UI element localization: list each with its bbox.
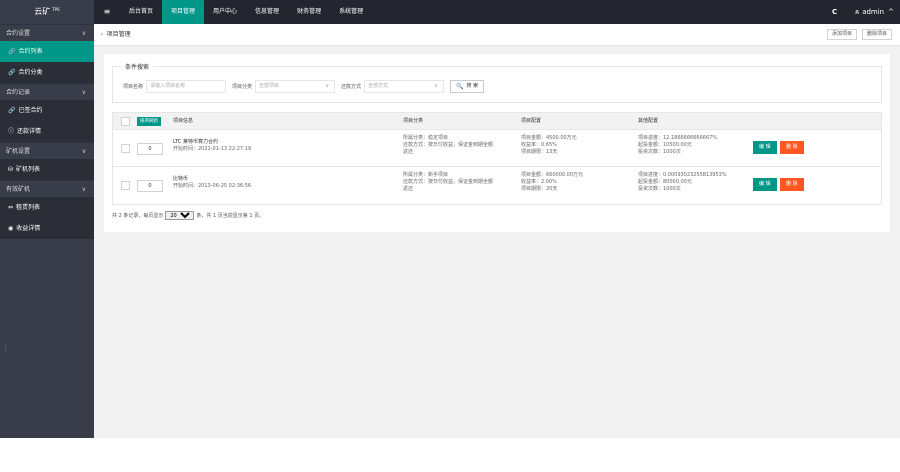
content-card: 条件搜索 项目名称 请输入项目名称 项目分类 全部项目 ∨ 还款方式 全部方式 ∨ … (104, 54, 890, 232)
project-other: 项目进度：0.00093023255813953% 起投金额：80000.00元投… (638, 172, 727, 192)
tab-buttons: 添加项目 删除项目 (826, 29, 892, 40)
sidebar-group-contract-settings[interactable]: 合约设置 ∨ (0, 24, 94, 41)
repay-method-select[interactable]: 全部方式 ∨ (364, 80, 445, 93)
project-category: 所属分类：新手项目 还款方式：按日付收益，保证金到期全额 返还 (403, 172, 494, 192)
app: 云矿 TP6 ≡ 后台首页 项目管理 用户中心 信息管理 财务管理 系统管理 C … (0, 0, 900, 472)
exchange-icon: ⇔ (8, 204, 14, 211)
project-category: 所属分类：稳定项目 还款方式：按日付收益，保证金到期全额 返还 (403, 135, 494, 155)
hamburger-icon[interactable]: ≡ (94, 0, 120, 24)
delete-project-button[interactable]: 删除项目 (861, 29, 892, 40)
database-icon: ⛁ (8, 166, 14, 173)
refresh-icon[interactable]: C (832, 8, 837, 16)
project-category-select[interactable]: 全部项目 ∨ (255, 80, 336, 93)
sidebar-item-signed-contracts[interactable]: 🔗 已签合约 (0, 100, 94, 121)
select-all-checkbox[interactable] (121, 117, 130, 126)
row-checkbox[interactable] (121, 144, 130, 153)
tab-bar: » 项目管理 添加项目 删除项目 (94, 24, 900, 46)
sidebar-group-contract-records[interactable]: 合约记录 ∨ (0, 83, 94, 100)
pager-prefix: 共 2 条记录，每页显示 (112, 213, 164, 219)
delete-button[interactable]: 删 除 (780, 178, 804, 191)
sort-input[interactable]: 0 (137, 143, 163, 155)
add-project-button[interactable]: 添加项目 (826, 29, 857, 40)
top-nav: ≡ 后台首页 项目管理 用户中心 信息管理 财务管理 系统管理 (94, 0, 372, 24)
chevron-down-icon: ∨ (81, 148, 86, 155)
project-config: 项目金额：660000.00万元 收益率：2.00% 项目期限：20天 (521, 172, 584, 192)
nav-system[interactable]: 系统管理 (330, 0, 372, 24)
link-icon: 🔗 (8, 48, 16, 55)
user-name: admin (862, 8, 885, 16)
sidebar-group-miner-settings[interactable]: 矿机设置 ∨ (0, 142, 94, 159)
sort-input[interactable]: 0 (137, 180, 163, 192)
chevron-down-icon: ∨ (81, 186, 86, 193)
user-menu[interactable]: ጸ admin ^ (855, 8, 894, 17)
header-config: 项目配置 (521, 118, 542, 124)
project-name-input[interactable]: 请输入项目名称 (146, 80, 227, 93)
row-checkbox[interactable] (121, 181, 130, 190)
link-icon: 🔗 (8, 107, 16, 114)
header-other: 其他配置 (638, 118, 659, 124)
edit-button[interactable]: 编 辑 (753, 178, 777, 191)
user-icon: ጸ (855, 7, 860, 16)
delete-button[interactable]: 删 除 (780, 141, 804, 154)
double-chevron-icon: » (100, 31, 104, 38)
table-header: 排序刷新 项目信息 项目分类 项目配置 其他配置 (113, 113, 881, 130)
project-info: 比特币 开始时间：2013-06-25 02:36:56 (173, 176, 252, 189)
header-category: 项目分类 (403, 118, 424, 124)
drag-handle-icon[interactable]: ⋮ ⋮ (3, 343, 8, 352)
sidebar-item-contract-list[interactable]: 🔗 合约列表 (0, 41, 94, 62)
table-row: 0 比特币 开始时间：2013-06-25 02:36:56 所属分类：新手项目还… (113, 167, 881, 204)
project-other: 项目进度：12.1866666666667% 起投金额：10500.00元 投资次数… (638, 135, 718, 155)
sidebar-item-miner-list[interactable]: ⛁ 矿机列表 (0, 159, 94, 180)
bottom-bar (0, 438, 900, 472)
nav-projects[interactable]: 项目管理 (162, 0, 205, 24)
sort-refresh-button[interactable]: 排序刷新 (137, 117, 161, 126)
link-icon: 🔗 (8, 69, 16, 76)
chevron-down-icon: ∨ (434, 83, 439, 89)
header-info: 项目信息 (173, 118, 194, 124)
sidebar-item-contract-category[interactable]: 🔗 合约分类 (0, 62, 94, 83)
nav-info[interactable]: 信息管理 (246, 0, 288, 24)
target-icon: ◉ (8, 225, 14, 232)
sidebar: 合约设置 ∨ 🔗 合约列表 🔗 合约分类 合约记录 ∨ 🔗 已签合约 ⓘ 还款详情 矿机设置… (0, 24, 94, 438)
pagination: 共 2 条记录，每页显示 20 条，共 1 页当前显示第 1 页。 (112, 211, 264, 220)
top-bar: 云矿 TP6 ≡ 后台首页 项目管理 用户中心 信息管理 财务管理 系统管理 C … (0, 0, 900, 24)
project-table: 排序刷新 项目信息 项目分类 项目配置 其他配置 0 LTC 莱特币算力合约 开始… (112, 112, 882, 205)
nav-home[interactable]: 后台首页 (120, 0, 162, 24)
page-size-select[interactable]: 20 (165, 211, 195, 220)
sidebar-group-active-miners[interactable]: 有效矿机 ∨ (0, 180, 94, 197)
search-row: 项目名称 请输入项目名称 项目分类 全部项目 ∨ 还款方式 全部方式 ∨ 🔍 搜 索 (123, 80, 485, 93)
search-button[interactable]: 🔍 搜 索 (450, 80, 485, 93)
search-legend: 条件搜索 (121, 62, 154, 71)
chevron-up-icon: ^ (888, 8, 894, 16)
project-info: LTC 莱特币算力合约 开始时间：2021-01-13 22:27:19 (173, 139, 252, 152)
project-name-label: 项目名称 (123, 84, 144, 90)
nav-users[interactable]: 用户中心 (204, 0, 246, 24)
edit-button[interactable]: 编 辑 (753, 141, 777, 154)
search-fieldset: 条件搜索 项目名称 请输入项目名称 项目分类 全部项目 ∨ 还款方式 全部方式 ∨ … (112, 62, 882, 103)
breadcrumb: » 项目管理 (100, 31, 131, 38)
info-icon: ⓘ (8, 128, 15, 135)
chevron-down-icon: ∨ (325, 83, 330, 89)
sidebar-item-earnings-details[interactable]: ◉ 收益详情 (0, 218, 94, 239)
table-row: 0 LTC 莱特币算力合约 开始时间：2021-01-13 22:27:19 所属… (113, 130, 881, 167)
search-icon: 🔍 (456, 83, 464, 90)
nav-finance[interactable]: 财务管理 (288, 0, 330, 24)
top-right: C ጸ admin ^ (832, 0, 894, 24)
sidebar-item-rental-list[interactable]: ⇔ 租赁列表 (0, 197, 94, 218)
chevron-down-icon: ∨ (81, 30, 86, 37)
chevron-down-icon: ∨ (81, 89, 86, 96)
pager-suffix: 条，共 1 页当前显示第 1 页。 (196, 213, 265, 219)
project-config: 项目金额：4500.00万元 收益率：0.65% 项目期限：13天 (521, 135, 577, 155)
sidebar-item-repayment-details[interactable]: ⓘ 还款详情 (0, 121, 94, 142)
project-category-label: 项目分类 (232, 84, 253, 90)
logo: 云矿 TP6 (0, 0, 94, 24)
repay-method-label: 还款方式 (341, 84, 362, 90)
